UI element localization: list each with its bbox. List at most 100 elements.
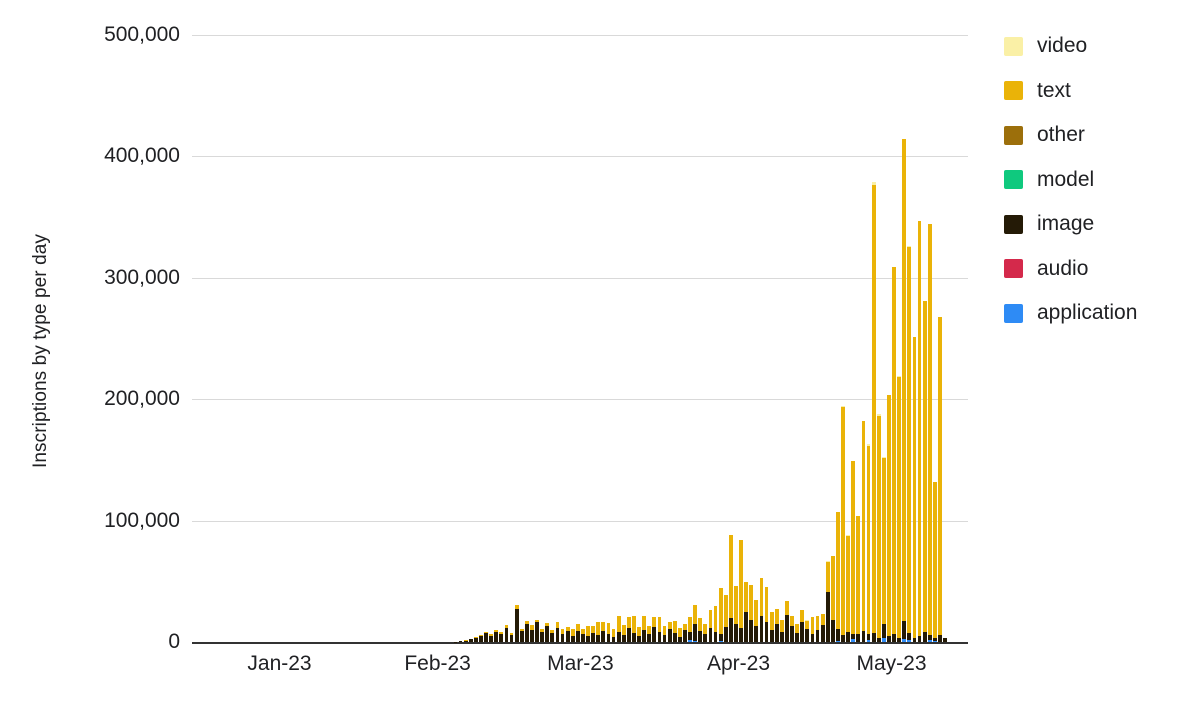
bar[interactable]	[479, 634, 483, 642]
bar[interactable]	[754, 599, 759, 642]
bar[interactable]	[519, 628, 524, 642]
bar[interactable]	[749, 584, 754, 642]
bar[interactable]	[657, 616, 662, 642]
bar[interactable]	[815, 616, 820, 642]
bar[interactable]	[514, 605, 519, 642]
bar[interactable]	[530, 625, 534, 642]
bar[interactable]	[769, 612, 774, 642]
bar[interactable]	[723, 594, 728, 642]
bar[interactable]	[718, 587, 723, 642]
bar[interactable]	[825, 561, 830, 642]
legend-item-image[interactable]: image	[1004, 202, 1184, 247]
bar[interactable]	[739, 540, 743, 642]
bar[interactable]	[509, 632, 514, 642]
legend-item-text[interactable]: text	[1004, 69, 1184, 114]
bar[interactable]	[764, 586, 769, 642]
bar[interactable]	[938, 316, 942, 642]
bar[interactable]	[728, 535, 733, 642]
bar[interactable]	[555, 621, 560, 642]
bar[interactable]	[606, 622, 611, 642]
bar[interactable]	[535, 619, 539, 642]
bar[interactable]	[734, 585, 738, 642]
bar[interactable]	[713, 605, 718, 642]
bar[interactable]	[912, 336, 917, 642]
legend-item-application[interactable]: application	[1004, 291, 1184, 336]
bar[interactable]	[484, 631, 488, 642]
bar[interactable]	[892, 267, 896, 642]
bar[interactable]	[774, 609, 779, 642]
bar[interactable]	[683, 623, 687, 642]
bar[interactable]	[907, 245, 912, 642]
bar[interactable]	[708, 609, 713, 642]
bar[interactable]	[586, 626, 590, 642]
bar[interactable]	[785, 600, 789, 642]
bar[interactable]	[790, 616, 794, 642]
bar[interactable]	[499, 631, 504, 642]
bar[interactable]	[698, 617, 703, 642]
bar[interactable]	[881, 457, 886, 642]
bar[interactable]	[524, 621, 529, 642]
bar[interactable]	[866, 444, 871, 642]
bar[interactable]	[856, 516, 861, 642]
bar[interactable]	[932, 482, 937, 642]
bar[interactable]	[871, 182, 876, 642]
bar[interactable]	[677, 628, 682, 642]
bar[interactable]	[570, 629, 575, 642]
bar[interactable]	[779, 619, 784, 642]
bar[interactable]	[902, 139, 907, 642]
bar[interactable]	[458, 641, 463, 642]
bar[interactable]	[841, 405, 845, 642]
legend-item-model[interactable]: model	[1004, 158, 1184, 203]
bar[interactable]	[922, 301, 927, 642]
bar[interactable]	[703, 624, 708, 642]
bar[interactable]	[616, 616, 621, 642]
bar[interactable]	[647, 626, 652, 642]
bar[interactable]	[621, 625, 626, 642]
bar[interactable]	[652, 616, 657, 642]
bar[interactable]	[560, 628, 565, 642]
bar[interactable]	[820, 614, 825, 642]
bar[interactable]	[581, 628, 585, 642]
bar[interactable]	[693, 605, 698, 642]
bar[interactable]	[540, 629, 545, 642]
bar[interactable]	[876, 414, 881, 642]
bar[interactable]	[550, 630, 555, 642]
legend-item-other[interactable]: other	[1004, 113, 1184, 158]
bar[interactable]	[810, 617, 815, 642]
bar[interactable]	[626, 617, 631, 642]
bar[interactable]	[468, 638, 473, 642]
bar[interactable]	[637, 627, 641, 642]
bar[interactable]	[642, 615, 647, 642]
bar[interactable]	[861, 421, 866, 642]
bar[interactable]	[601, 621, 606, 642]
bar[interactable]	[836, 512, 840, 642]
bar[interactable]	[565, 626, 570, 642]
bar[interactable]	[927, 224, 932, 642]
bar[interactable]	[795, 624, 800, 642]
bar[interactable]	[805, 619, 810, 642]
bar[interactable]	[662, 626, 667, 642]
bar[interactable]	[744, 582, 749, 642]
bar[interactable]	[463, 639, 468, 642]
bar[interactable]	[591, 625, 596, 642]
bar[interactable]	[494, 630, 499, 642]
bar[interactable]	[632, 616, 636, 642]
bar[interactable]	[504, 625, 509, 642]
bar[interactable]	[545, 622, 550, 642]
bar[interactable]	[611, 628, 616, 642]
legend-item-video[interactable]: video	[1004, 24, 1184, 69]
bar[interactable]	[917, 220, 922, 642]
bar[interactable]	[897, 375, 902, 642]
legend-item-audio[interactable]: audio	[1004, 247, 1184, 292]
bar[interactable]	[672, 620, 677, 642]
bar[interactable]	[851, 460, 856, 642]
bar[interactable]	[759, 578, 764, 642]
bar[interactable]	[800, 610, 805, 642]
bar[interactable]	[688, 616, 692, 642]
bar[interactable]	[489, 634, 494, 642]
bar[interactable]	[473, 636, 478, 642]
bar[interactable]	[943, 638, 947, 642]
bar[interactable]	[830, 555, 835, 642]
bar[interactable]	[667, 621, 672, 642]
bar[interactable]	[596, 621, 601, 642]
